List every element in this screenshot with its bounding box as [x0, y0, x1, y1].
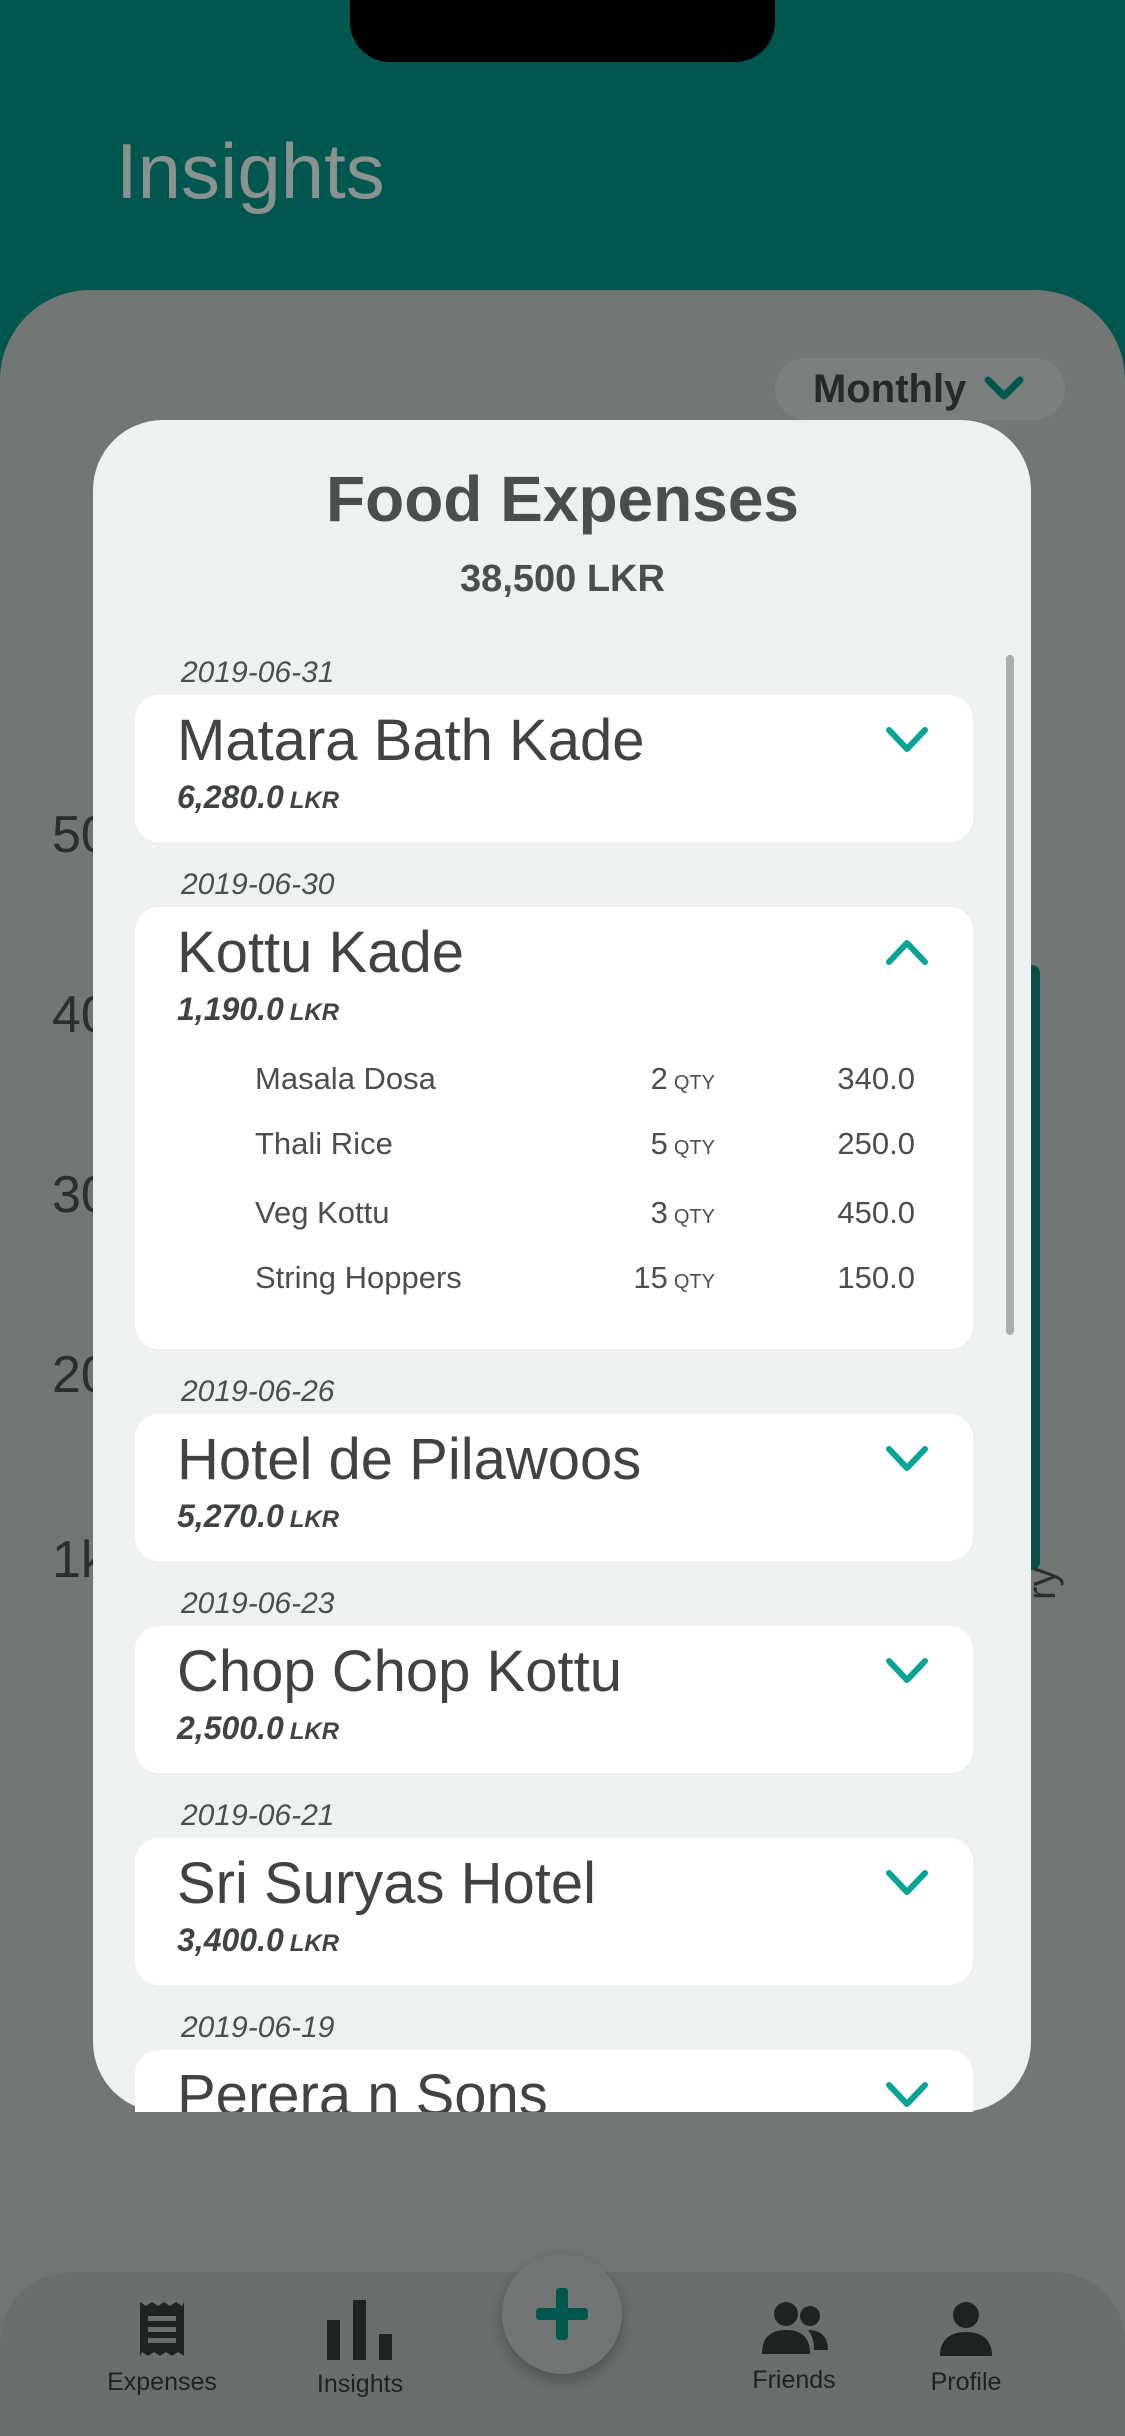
expense-name: Chop Chop Kottu — [177, 1639, 622, 1704]
add-expense-button[interactable] — [502, 2254, 622, 2374]
expand-toggle[interactable] — [877, 1646, 937, 1696]
modal-total: 38,500 LKR — [460, 558, 665, 600]
expand-toggle[interactable] — [877, 1858, 937, 1908]
nav-label: Expenses — [107, 2368, 217, 2396]
expense-card[interactable]: Sri Suryas Hotel 3,400.0 LKR — [135, 1838, 973, 1985]
expense-name: Kottu Kade — [177, 920, 464, 985]
chevron-down-icon — [886, 1658, 928, 1683]
entry-date: 2019-06-30 — [181, 868, 335, 901]
period-select[interactable]: Monthly — [775, 358, 1065, 420]
chevron-down-icon — [886, 1446, 928, 1471]
expand-toggle[interactable] — [877, 1434, 937, 1484]
chevron-down-icon — [886, 2082, 928, 2107]
entry-date: 2019-06-19 — [181, 2011, 335, 2044]
expense-amount: 3,400.0 LKR — [177, 1922, 340, 1958]
expand-toggle[interactable] — [877, 715, 937, 765]
nav-label: Friends — [752, 2366, 836, 2394]
expense-card[interactable]: Kottu Kade 1,190.0 LKR Masala Dosa 2 QTY 3… — [135, 907, 973, 1349]
people-icon — [762, 2302, 828, 2354]
scrollbar[interactable] — [1006, 655, 1014, 1335]
expense-name: Perera n Sons — [177, 2063, 548, 2112]
bar-chart-icon — [327, 2300, 392, 2360]
entry-date: 2019-06-23 — [181, 1587, 335, 1620]
expense-amount: 5,270.0 LKR — [177, 1498, 340, 1534]
person-icon — [940, 2302, 992, 2356]
line-item: Masala Dosa 2 QTY 340.0 — [255, 1061, 915, 1096]
chevron-down-icon — [984, 376, 1024, 400]
nav-profile[interactable]: Profile — [886, 2300, 1046, 2397]
chevron-up-icon — [886, 940, 928, 965]
expense-card[interactable]: Perera n Sons — [135, 2050, 973, 2112]
expense-amount: 6,280.0 LKR — [177, 779, 340, 815]
collapse-toggle[interactable] — [877, 927, 937, 977]
expense-card[interactable]: Chop Chop Kottu 2,500.0 LKR — [135, 1626, 973, 1773]
nav-label: Insights — [316, 2370, 404, 2398]
nav-expenses[interactable]: Expenses — [82, 2300, 242, 2397]
chevron-down-icon — [886, 727, 928, 752]
entry-date: 2019-06-26 — [181, 1375, 335, 1408]
expand-toggle[interactable] — [877, 2070, 937, 2112]
entry-date: 2019-06-31 — [181, 656, 335, 689]
chevron-down-icon — [886, 1870, 928, 1895]
expense-name: Sri Suryas Hotel — [177, 1851, 597, 1916]
entry-date: 2019-06-21 — [181, 1799, 335, 1832]
expense-card[interactable]: Matara Bath Kade 6,280.0 LKR — [135, 695, 973, 842]
expense-list[interactable]: 2019-06-31 Matara Bath Kade 6,280.0 LKR 2… — [93, 640, 1031, 2112]
nav-friends[interactable]: Friends — [714, 2300, 874, 2395]
plus-icon — [536, 2288, 588, 2340]
expense-name: Matara Bath Kade — [177, 708, 645, 773]
receipt-icon — [140, 2302, 184, 2356]
line-item: String Hoppers 15 QTY 150.0 — [255, 1260, 915, 1295]
expense-amount: 2,500.0 LKR — [177, 1710, 340, 1746]
modal-title: Food Expenses — [326, 463, 799, 535]
page-title: Insights — [116, 127, 385, 215]
device-notch — [350, 0, 775, 62]
line-item: Thali Rice 5 QTY 250.0 — [255, 1126, 915, 1161]
line-item: Veg Kottu 3 QTY 450.0 — [255, 1195, 915, 1230]
nav-label: Profile — [930, 2368, 1002, 2396]
period-select-value: Monthly — [813, 366, 967, 411]
expense-amount: 1,190.0 LKR — [177, 991, 340, 1027]
nav-insights[interactable]: Insights — [280, 2300, 440, 2399]
expense-card[interactable]: Hotel de Pilawoos 5,270.0 LKR — [135, 1414, 973, 1561]
expense-name: Hotel de Pilawoos — [177, 1427, 642, 1492]
